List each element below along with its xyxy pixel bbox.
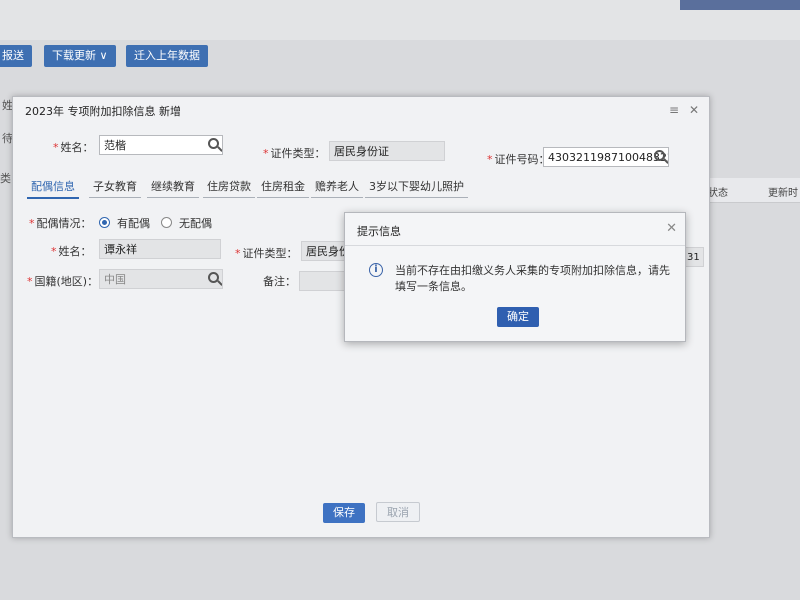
bg-column-updated: 更新时 (768, 188, 798, 199)
search-icon[interactable] (654, 150, 665, 161)
spouse-name-field[interactable]: 谭永祥 (99, 239, 221, 259)
ok-button[interactable]: 确定 (497, 307, 539, 327)
bg-text-fragment: 类 (0, 172, 11, 185)
id-number-label: * 证件号码： (487, 153, 550, 166)
nationality-label: * 国籍(地区)： (27, 275, 99, 288)
id-type-label: * 证件类型： (263, 147, 326, 160)
import-last-year-button[interactable]: 迁入上年数据 (126, 45, 208, 67)
info-alert-dialog: 提示信息 ✕ i 当前不存在由扣缴义务人采集的专项附加扣除信息，请先填写一条信息… (344, 212, 686, 342)
tab-housing-rent[interactable]: 住房租金 (257, 177, 309, 198)
alert-title: 提示信息 (357, 225, 401, 238)
close-icon[interactable]: ✕ (666, 221, 677, 236)
tab-continuing-education[interactable]: 继续教育 (147, 177, 199, 198)
top-strip (0, 0, 800, 40)
close-icon[interactable]: ✕ (689, 103, 699, 117)
cancel-button: 取消 (376, 502, 420, 522)
name-label: * 姓名： (53, 141, 94, 154)
dialog-title: 2023年 专项附加扣除信息 新增 (25, 105, 181, 118)
menu-icon[interactable]: ≡ (669, 103, 679, 117)
id-type-field: 居民身份证 (329, 141, 445, 161)
save-button[interactable]: 保存 (323, 503, 365, 523)
tab-housing-loan[interactable]: 住房贷款 (203, 177, 255, 198)
alert-message: 当前不存在由扣缴义务人采集的专项附加扣除信息，请先填写一条信息。 (395, 264, 670, 293)
bg-column-status: 状态 (708, 188, 728, 199)
spouse-id-type-label: * 证件类型： (235, 247, 298, 260)
radio-no-spouse[interactable] (161, 217, 172, 228)
spouse-id-number-field[interactable]: 31 (684, 247, 704, 267)
search-icon[interactable] (208, 138, 219, 149)
radio-has-spouse[interactable] (99, 217, 110, 228)
name-input[interactable]: 范楷 (99, 135, 223, 155)
radio-no-spouse-label[interactable]: 无配偶 (179, 215, 212, 231)
spouse-status-label: * 配偶情况： (29, 217, 92, 230)
report-button[interactable]: 报送 (0, 45, 32, 67)
id-number-input[interactable]: 430321198710048322 (543, 147, 669, 167)
tab-spouse-info[interactable]: 配偶信息 (27, 177, 79, 199)
dialog-window-controls: ≡ ✕ (663, 103, 699, 117)
remark-label: 备注： (263, 275, 296, 288)
tab-infant-care[interactable]: 3岁以下婴幼儿照护 (365, 177, 468, 198)
alert-divider (345, 245, 685, 246)
main-toolbar: 报送 下载更新 ∨ 迁入上年数据 (0, 42, 800, 72)
radio-has-spouse-label[interactable]: 有配偶 (117, 215, 150, 231)
tab-elderly-support[interactable]: 赡养老人 (311, 177, 363, 198)
nationality-field[interactable]: 中国 (99, 269, 223, 289)
tab-children-education[interactable]: 子女教育 (89, 177, 141, 198)
search-icon[interactable] (208, 272, 219, 283)
spouse-name-label: * 姓名： (51, 245, 92, 258)
download-update-button[interactable]: 下载更新 ∨ (44, 45, 116, 67)
info-icon: i (369, 263, 383, 277)
